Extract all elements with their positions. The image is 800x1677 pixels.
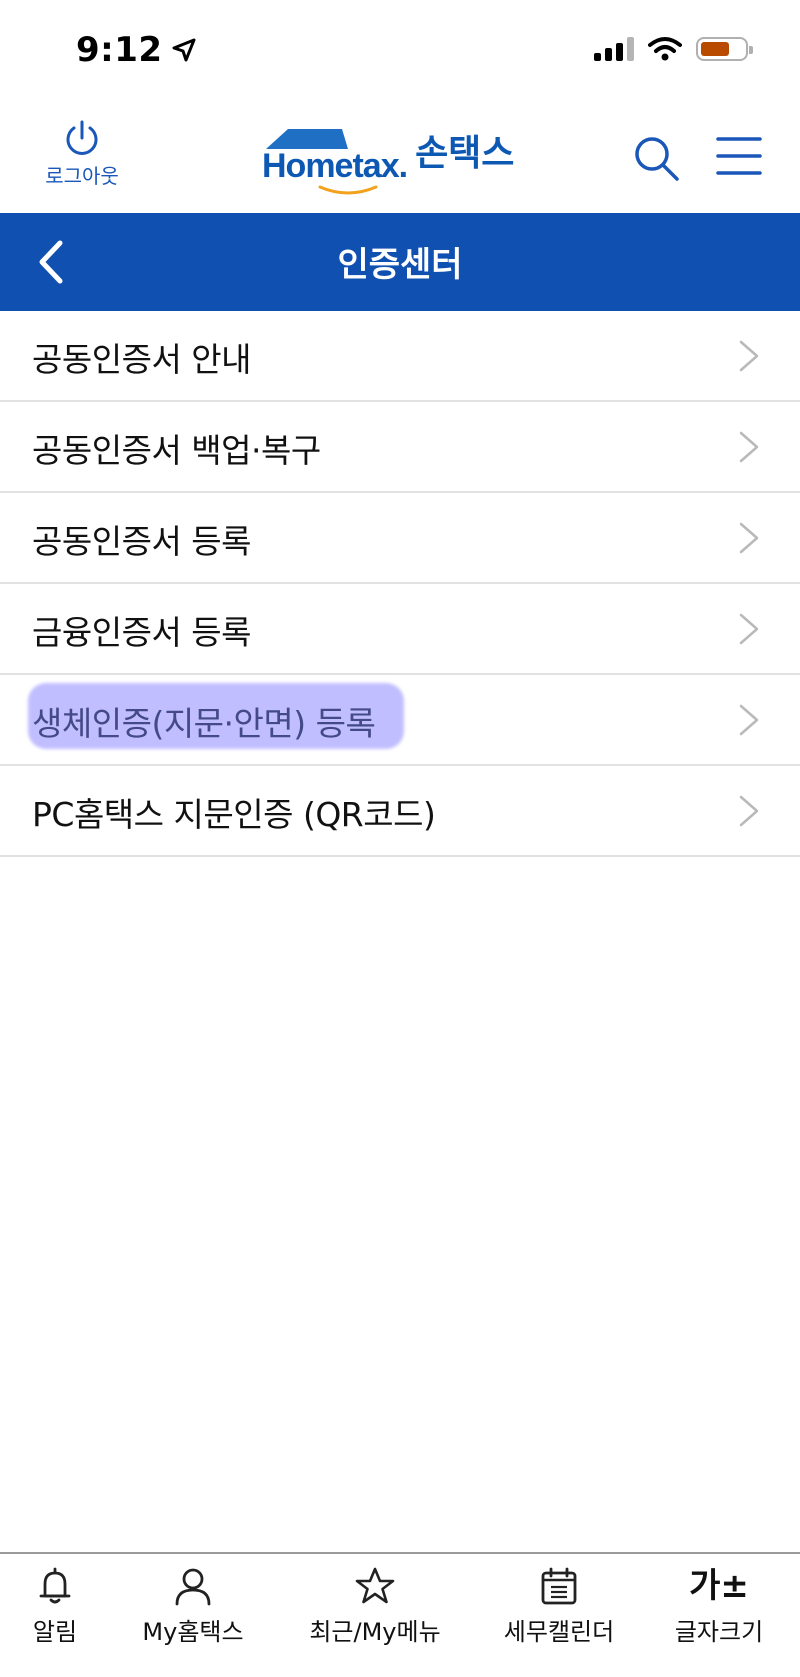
- location-arrow-icon: [172, 38, 196, 62]
- search-icon[interactable]: [632, 134, 680, 182]
- tab-label: 최근/My메뉴: [309, 1618, 441, 1646]
- menu-item-biometric-register[interactable]: 생체인증(지문·안면) 등록: [0, 675, 800, 766]
- logout-button[interactable]: 로그아웃: [40, 118, 124, 189]
- auth-menu-list: 공동인증서 안내 공동인증서 백업·복구 공동인증서 등록 금융인증서 등록 생…: [0, 311, 800, 857]
- calendar-icon: [541, 1567, 577, 1605]
- tab-font-size[interactable]: 가± 글자크기: [644, 1566, 794, 1647]
- hometax-logo: Hometax.: [262, 129, 408, 195]
- menu-item-label: 공동인증서 등록: [32, 522, 252, 561]
- menu-item-label: 금융인증서 등록: [32, 613, 252, 652]
- power-icon: [66, 120, 98, 155]
- menu-item-certificate-backup-restore[interactable]: 공동인증서 백업·복구: [0, 402, 800, 493]
- chevron-right-icon: [739, 340, 759, 372]
- smile-swoosh-icon: [318, 185, 378, 195]
- status-time: 9:12: [76, 30, 163, 70]
- brand-logo[interactable]: Hometax. 손택스: [262, 120, 514, 195]
- battery-icon: [696, 37, 753, 61]
- tab-tax-calendar[interactable]: 세무캘린더: [484, 1566, 634, 1647]
- menu-item-certificate-guide[interactable]: 공동인증서 안내: [0, 311, 800, 402]
- tab-label: 알림: [32, 1618, 78, 1646]
- chevron-right-icon: [739, 431, 759, 463]
- bell-icon: [39, 1567, 71, 1604]
- status-time-group: 9:12: [76, 30, 197, 70]
- menu-item-certificate-register[interactable]: 공동인증서 등록: [0, 493, 800, 584]
- chevron-right-icon: [739, 704, 759, 736]
- chevron-right-icon: [739, 613, 759, 645]
- logout-label: 로그아웃: [45, 164, 119, 188]
- title-bar: 인증센터: [0, 213, 800, 311]
- menu-item-financial-certificate-register[interactable]: 금융인증서 등록: [0, 584, 800, 675]
- chevron-right-icon: [739, 795, 759, 827]
- tab-label: My홈택스: [142, 1618, 244, 1646]
- menu-item-label: 생체인증(지문·안면) 등록: [32, 704, 376, 743]
- cellular-signal-icon: [594, 37, 634, 61]
- chevron-right-icon: [739, 522, 759, 554]
- menu-item-label: PC홈택스 지문인증 (QR코드): [32, 795, 436, 834]
- page-title: 인증센터: [337, 245, 463, 285]
- wifi-icon: [648, 37, 682, 61]
- status-indicators: [594, 36, 753, 62]
- hamburger-menu-icon[interactable]: [716, 134, 762, 178]
- tab-label: 글자크기: [674, 1618, 764, 1646]
- status-bar: 9:12: [0, 0, 800, 100]
- tab-recent-my-menu[interactable]: 최근/My메뉴: [300, 1566, 450, 1647]
- screen: 9:12 로그아웃 Hometax. 손택스 인증센터 공동인증서 안내 공동인…: [0, 0, 800, 1677]
- brand-subtitle: 손택스: [415, 133, 515, 174]
- tab-label: 세무캘린더: [503, 1618, 615, 1646]
- star-icon: [355, 1567, 395, 1604]
- user-icon: [175, 1568, 211, 1606]
- bottom-tab-bar: 알림 My홈택스 최근/My메뉴 세무캘린더 가± 글자크기: [0, 1552, 800, 1677]
- menu-item-pc-fingerprint-qr[interactable]: PC홈택스 지문인증 (QR코드): [0, 766, 800, 857]
- font-size-icon: 가±: [689, 1566, 749, 1606]
- brand-name: Hometax.: [262, 147, 408, 185]
- tab-notifications[interactable]: 알림: [0, 1566, 130, 1647]
- menu-item-label: 공동인증서 안내: [32, 340, 252, 379]
- tab-my-hometax[interactable]: My홈택스: [118, 1566, 268, 1647]
- app-header: 로그아웃 Hometax. 손택스: [0, 100, 800, 213]
- menu-item-label: 공동인증서 백업·복구: [32, 431, 321, 470]
